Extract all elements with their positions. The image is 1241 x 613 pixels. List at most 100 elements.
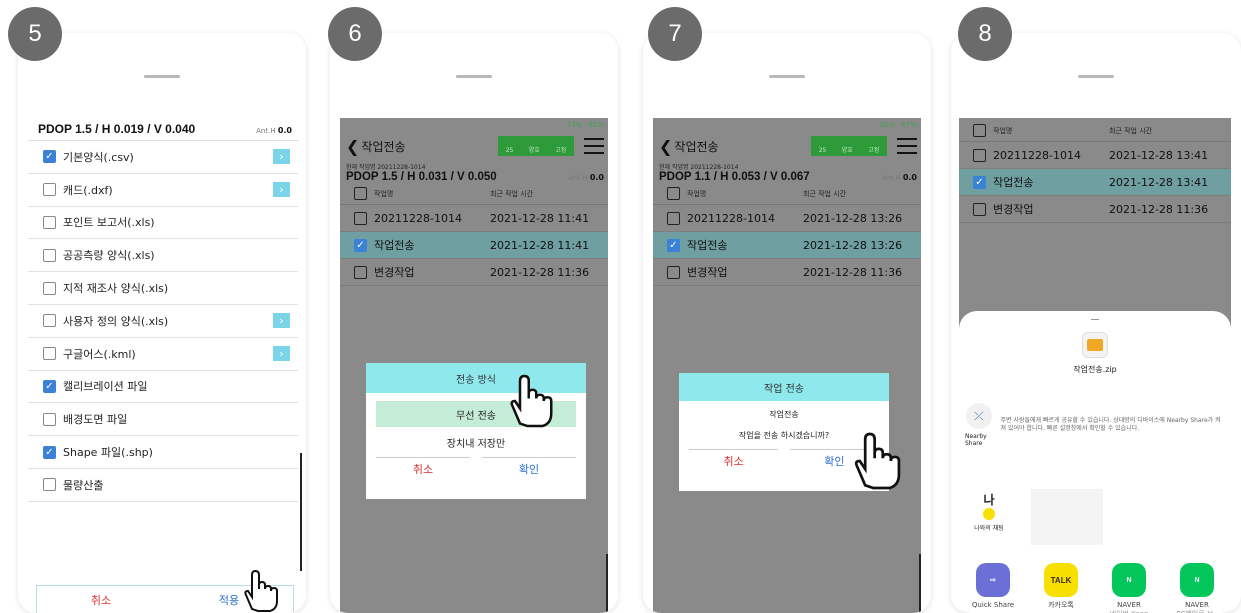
panel-step-5: PDOP 1.5 / H 0.019 / V 0.040 Ant.H 0.0 ✓… [18,33,306,613]
placeholder-tile [1031,489,1103,545]
battery-receiver: 73% [566,121,583,129]
job-row[interactable]: 변경작업 2021-12-28 11:36 [653,259,921,286]
job-time: 2021-12-28 13:26 [803,211,903,225]
checkbox-checked[interactable]: ✓ [354,238,367,252]
tap-hand-icon [244,569,278,612]
job-name: 20211228-1014 [993,148,1081,162]
chevron-right-icon[interactable]: › [273,182,290,198]
tap-hand-icon [854,432,901,490]
checkbox[interactable] [43,478,56,492]
job-row[interactable]: ✓ 작업전송 2021-12-28 13:41 [959,169,1231,196]
export-format-row[interactable]: ✓ Shape 파일(.shp) [28,436,298,469]
status-bar: 50% 67% [653,118,921,132]
export-format-row[interactable]: ✓ 기본양식(.csv) › [28,141,298,174]
export-format-row[interactable]: 구글어스(.kml) › [28,338,298,371]
checkbox[interactable] [667,265,680,279]
share-app-row: ⇨Quick ShareTALK카카오톡NNAVER네이버 Keep N NAVER… [959,563,1231,613]
export-format-row[interactable]: 포인트 보고서(.xls) [28,207,298,240]
nearby-share-label: Nearby Share [965,433,987,447]
checkbox[interactable] [354,265,367,279]
export-format-row[interactable]: 캐드(.dxf) › [28,174,298,207]
job-time: 2021-12-28 11:36 [490,265,590,279]
job-row[interactable]: 20211228-1014 2021-12-28 13:26 [653,205,921,232]
sheet-handle[interactable] [144,75,180,78]
kakaotalk-icon: TALK [1044,563,1078,597]
share-app-3[interactable]: NNAVERPC메일로 보.. [1169,563,1225,613]
app-screen: 작업명 최근 작업 시간 20211228-1014 2021-12-28 13:… [959,118,1231,613]
job-row[interactable]: 변경작업 2021-12-28 11:36 [340,259,608,286]
share-sheet-handle[interactable] [1091,319,1099,320]
scrollbar[interactable] [300,453,302,571]
export-format-row[interactable]: 지적 재조사 양식(.xls) [28,272,298,305]
export-format-row[interactable]: 물량산출 [28,469,298,502]
export-format-row[interactable]: ✓ 캘리브레이션 파일 [28,371,298,404]
checkbox-checked[interactable]: ✓ [973,175,986,189]
scrollbar[interactable] [919,554,921,613]
checkbox[interactable] [43,412,56,426]
checkbox[interactable] [43,215,56,229]
chevron-right-icon[interactable]: › [273,313,290,329]
checkbox-checked[interactable]: ✓ [43,150,56,164]
back-arrow-icon[interactable]: ❮ [346,137,359,156]
export-format-row[interactable]: 공공측량 양식(.xls) [28,239,298,273]
chevron-right-icon[interactable]: › [273,346,290,362]
job-name: 20211228-1014 [687,211,775,225]
job-row[interactable]: 20211228-1014 2021-12-28 11:41 [340,205,608,232]
job-time: 2021-12-28 11:41 [490,238,590,252]
kakao-badge-icon [983,508,995,520]
sheet-handle[interactable] [1078,75,1114,78]
pdop-readout: PDOP 1.1 / H 0.053 / V 0.067 Ant.H 0.0 [659,171,917,183]
checkbox-checked[interactable]: ✓ [43,445,56,459]
checkbox-checked[interactable]: ✓ [667,238,680,252]
app-name: NAVER [1185,601,1209,609]
share-app-2[interactable]: NNAVER네이버 Keep [1101,563,1157,613]
job-row[interactable]: 20211228-1014 2021-12-28 13:41 [959,142,1231,169]
sheet-handle[interactable] [769,75,805,78]
scrollbar[interactable] [606,554,608,613]
cancel-button[interactable]: 취소 [689,449,779,471]
share-app-0[interactable]: ⇨ Quick Share [965,563,1021,613]
checkbox[interactable] [973,148,986,162]
self-chat-label: 나와의 채팅 [974,525,1004,532]
job-time: 2021-12-28 11:36 [1109,202,1209,216]
job-row[interactable]: ✓ 작업전송 2021-12-28 13:26 [653,232,921,259]
export-format-label: 물량산출 [63,478,104,492]
checkbox[interactable] [973,202,986,216]
sheet-handle[interactable] [456,75,492,78]
chevron-right-icon[interactable]: › [273,149,290,165]
app-screen: 73% 62% ❮ 작업전송 25 양호 고정 현재 작업명 20211228-10… [340,118,608,613]
tap-hand-icon [510,374,553,428]
export-format-label: 구글어스(.kml) [63,347,136,361]
nearby-share[interactable]: ⤫ Nearby Share 주변 사람들에게 빠르게 공유할 수 있습니다. … [959,403,1231,447]
back-arrow-icon[interactable]: ❮ [659,137,672,156]
export-format-row[interactable]: 사용자 정의 양식(.xls) › [28,305,298,338]
job-row[interactable]: ✓ 작업전송 2021-12-28 11:41 [340,232,608,259]
share-app-1[interactable]: TALK 카카오톡 [1033,563,1089,613]
checkbox[interactable] [43,281,56,295]
local-save-option[interactable]: 장치내 저장만 [366,427,586,457]
step-badge-8: 8 [958,7,1012,61]
checkbox[interactable] [667,211,680,225]
checkbox[interactable] [43,314,56,328]
dialog-title: 작업 전송 [679,373,889,401]
pdop-text: PDOP 1.5 / H 0.019 / V 0.040 [38,122,196,136]
checkbox[interactable] [43,183,56,197]
export-format-row[interactable]: 배경도면 파일 [28,403,298,437]
naver-icon: N [1180,563,1214,597]
menu-icon[interactable] [897,138,917,159]
checkbox-checked[interactable]: ✓ [43,379,56,393]
job-row[interactable]: 변경작업 2021-12-28 11:36 [959,196,1231,223]
panel-step-8: 작업명 최근 작업 시간 20211228-1014 2021-12-28 13:… [951,33,1241,613]
checkbox[interactable] [43,248,56,262]
menu-icon[interactable] [584,138,604,159]
checkbox[interactable] [354,211,367,225]
app-screen: 50% 67% ❮ 작업전송 25 양호 고정 현재 작업명 20211228-10… [653,118,921,613]
checkbox[interactable] [43,347,56,361]
job-time: 2021-12-28 13:26 [803,238,903,252]
panel-step-6: 73% 62% ❮ 작업전송 25 양호 고정 현재 작업명 20211228-10… [330,33,618,613]
step-badge-7: 7 [648,7,702,61]
ok-button[interactable]: 확인 [482,457,576,479]
self-chat[interactable]: 나 나와의 채팅 [969,491,1009,532]
quick-share-icon: ⇨ [976,563,1010,597]
cancel-button[interactable]: 취소 [376,457,470,479]
